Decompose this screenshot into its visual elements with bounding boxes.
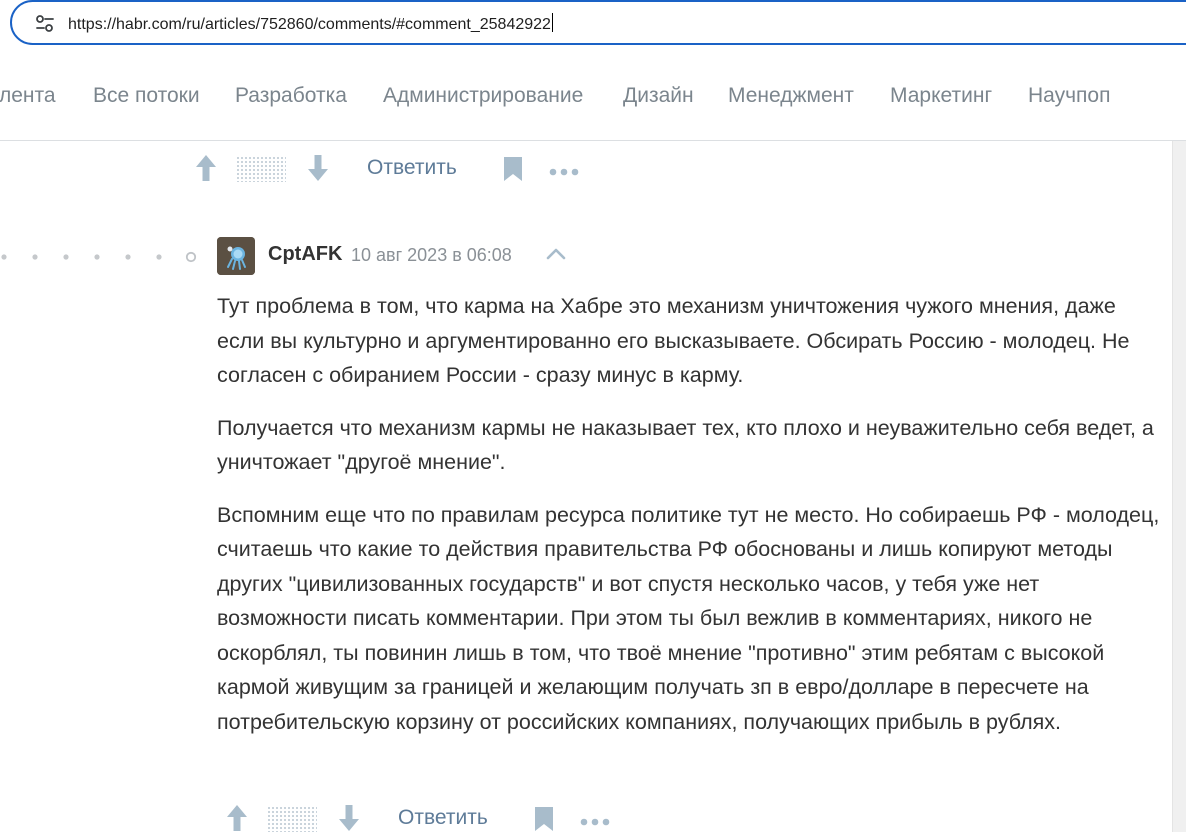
comment-body: Тут проблема в том, что карма на Хабре э… <box>217 289 1167 757</box>
nav-item-management[interactable]: Менеджмент <box>728 84 854 108</box>
nav-item-design[interactable]: Дизайн <box>623 84 694 108</box>
hub-navigation: лента Все потоки Разработка Администриро… <box>0 52 1186 141</box>
comment-actions-previous: Ответить <box>190 146 610 186</box>
comment-actions: Ответить <box>221 796 641 832</box>
browser-toolbar: https://habr.com/ru/articles/752860/comm… <box>0 0 1186 52</box>
comment-paragraph: Тут проблема в том, что карма на Хабре э… <box>217 294 1130 387</box>
thread-indent-dots <box>0 250 200 263</box>
upvote-arrow-icon[interactable] <box>194 154 218 182</box>
reply-link[interactable]: Ответить <box>398 806 488 830</box>
url-text: https://habr.com/ru/articles/752860/comm… <box>68 16 551 33</box>
bookmark-icon[interactable] <box>503 156 523 182</box>
avatar[interactable] <box>217 237 255 275</box>
chevron-up-icon[interactable] <box>545 247 567 261</box>
comment-paragraph: Получается что механизм кармы не наказыв… <box>217 415 1154 475</box>
nav-item-feed[interactable]: лента <box>0 84 56 108</box>
hidden-score-icon <box>267 806 317 832</box>
hidden-score-icon <box>236 156 286 182</box>
nav-item-all-streams[interactable]: Все потоки <box>93 84 200 108</box>
downvote-arrow-icon[interactable] <box>306 154 330 182</box>
address-bar[interactable]: https://habr.com/ru/articles/752860/comm… <box>10 0 1186 45</box>
url-input[interactable]: https://habr.com/ru/articles/752860/comm… <box>68 13 553 34</box>
nav-item-popular-science[interactable]: Научпоп <box>1028 84 1110 108</box>
text-caret <box>551 13 553 32</box>
scrollbar-track[interactable] <box>1172 141 1186 832</box>
downvote-arrow-icon[interactable] <box>337 804 361 832</box>
nav-item-marketing[interactable]: Маркетинг <box>890 84 992 108</box>
more-options-icon[interactable] <box>580 814 610 826</box>
site-settings-icon[interactable] <box>34 14 56 34</box>
nav-item-administration[interactable]: Администрирование <box>383 84 583 108</box>
bookmark-icon[interactable] <box>534 806 554 832</box>
upvote-arrow-icon[interactable] <box>225 804 249 832</box>
reply-link[interactable]: Ответить <box>367 156 457 180</box>
comment-timestamp[interactable]: 10 авг 2023 в 06:08 <box>351 245 512 266</box>
nav-item-development[interactable]: Разработка <box>235 84 347 108</box>
comment-author[interactable]: CptAFK <box>268 243 342 266</box>
more-options-icon[interactable] <box>549 164 579 176</box>
comment-paragraph: Вспомним еще что по правилам ресурса пол… <box>217 502 1160 734</box>
